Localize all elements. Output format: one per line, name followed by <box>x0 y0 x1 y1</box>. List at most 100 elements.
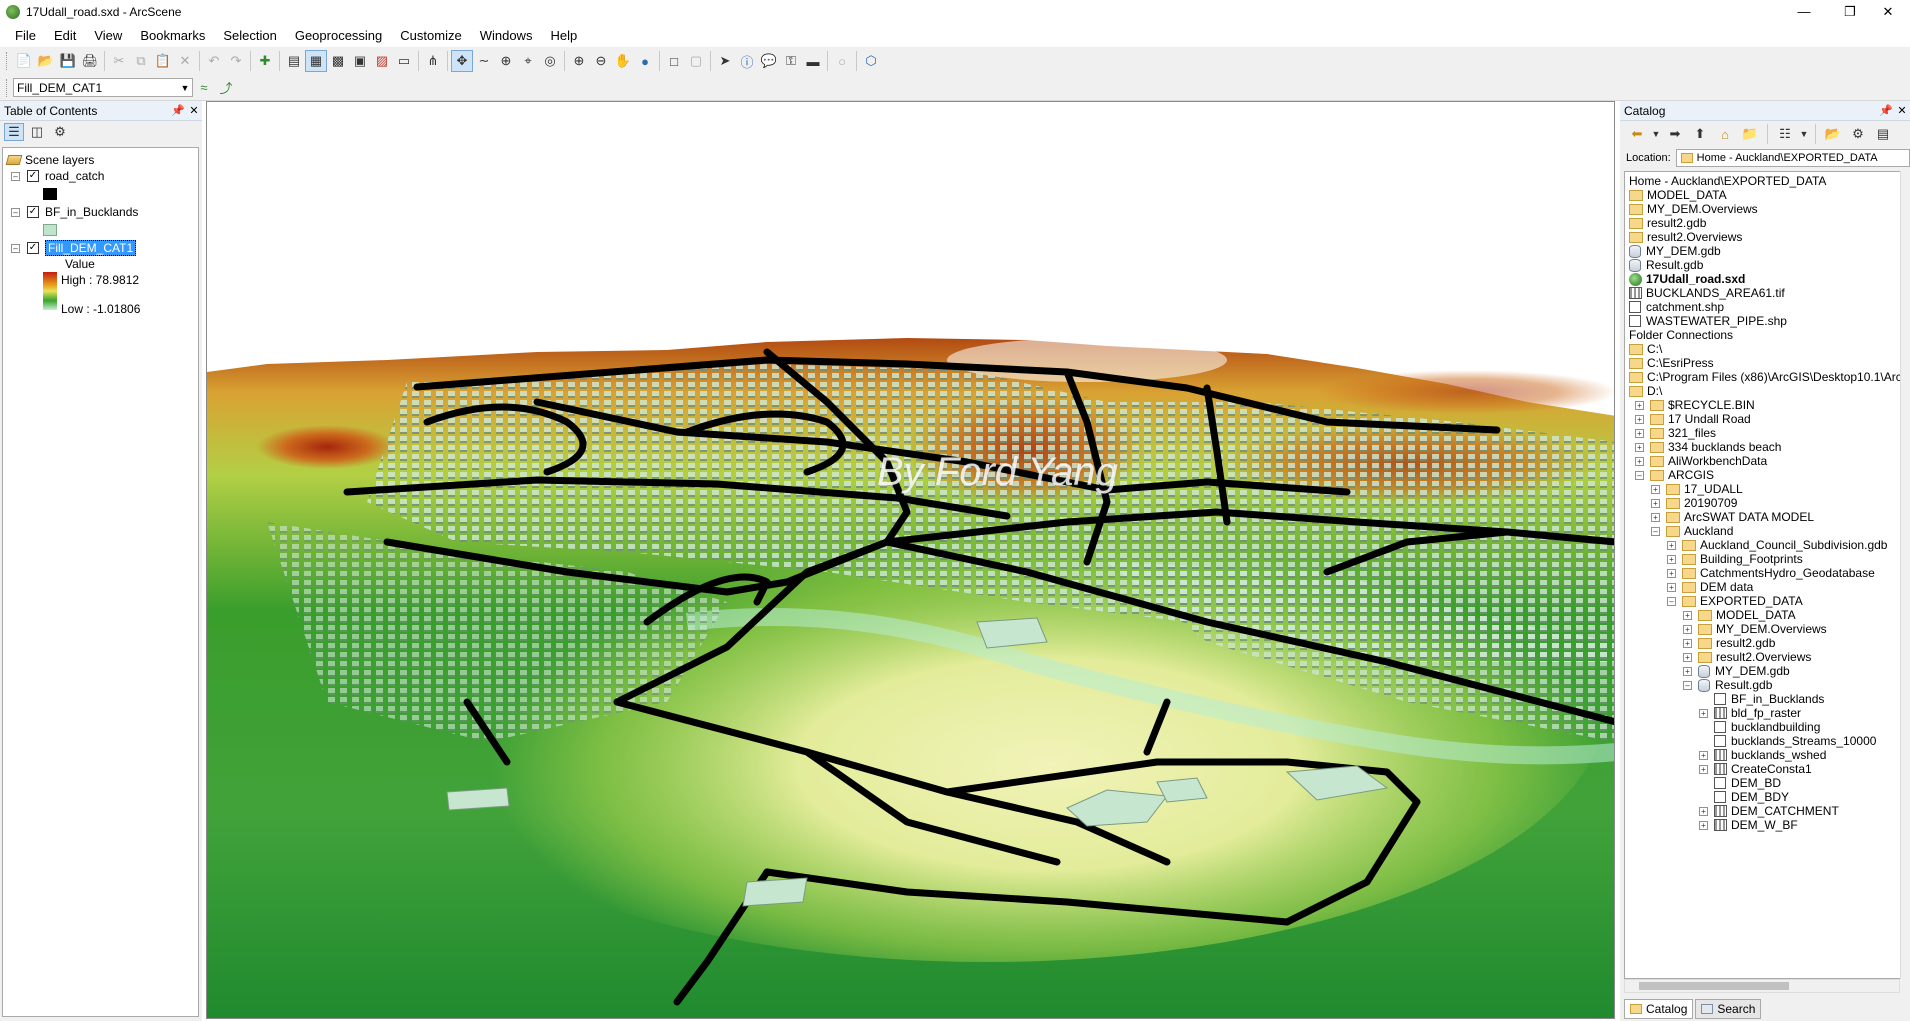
catalog-item[interactable]: result2.Overviews <box>1629 230 1742 244</box>
catalog-item[interactable]: +17 Undall Road <box>1635 412 1751 426</box>
catalog-item[interactable]: result2.gdb <box>1629 216 1706 230</box>
catalog-item[interactable]: DEM_BDY <box>1699 790 1789 804</box>
tab-catalog[interactable]: Catalog <box>1624 999 1694 1019</box>
new-document-icon[interactable]: 📄 <box>13 50 35 72</box>
layer-visibility-checkbox[interactable]: ✓ <box>27 170 39 182</box>
back-icon[interactable]: ⬅ <box>1626 123 1648 145</box>
set-observer-icon[interactable]: ◎ <box>539 50 561 72</box>
add-data-icon[interactable]: ✚ <box>254 50 276 72</box>
expand-icon[interactable]: + <box>1699 764 1708 774</box>
measure-icon[interactable]: ▬ <box>802 50 824 72</box>
minimize-button[interactable]: — <box>1782 0 1826 23</box>
menu-edit[interactable]: Edit <box>45 28 85 43</box>
catalog-item[interactable]: MY_DEM.Overviews <box>1629 202 1758 216</box>
tab-search[interactable]: Search <box>1695 999 1762 1019</box>
options-icon[interactable]: ⚙ <box>50 123 70 141</box>
location-combo[interactable]: Home - Auckland\EXPORTED_DATA <box>1675 149 1910 167</box>
catalog-item[interactable]: + bucklands_wshed <box>1699 748 1826 762</box>
toolbar-grip[interactable] <box>6 52 9 70</box>
catalog-item[interactable]: + MODEL_DATA <box>1683 608 1796 622</box>
expand-icon[interactable]: + <box>1635 400 1644 410</box>
catalog-item[interactable]: + MY_DEM.gdb <box>1683 664 1790 678</box>
menu-file[interactable]: File <box>6 28 45 43</box>
target-center-icon[interactable]: ⊕ <box>495 50 517 72</box>
catalog-item[interactable]: MY_DEM.gdb <box>1629 244 1721 258</box>
catalog-item[interactable]: + DEM data <box>1667 580 1753 594</box>
collapse-icon[interactable]: – <box>11 207 20 217</box>
clear-selection-icon[interactable]: ▢ <box>685 50 707 72</box>
expand-icon[interactable]: + <box>1635 456 1644 466</box>
catalog-item[interactable]: C:\EsriPress <box>1629 356 1714 370</box>
catalog-item[interactable]: 17Udall_road.sxd <box>1629 272 1745 286</box>
command-line-icon[interactable]: ▭ <box>393 50 415 72</box>
options-icon[interactable]: ⚙ <box>1847 123 1869 145</box>
catalog-item[interactable]: – EXPORTED_DATA <box>1667 594 1803 608</box>
catalog-item[interactable]: – Auckland <box>1651 524 1733 538</box>
toc-window-icon[interactable]: ▦ <box>305 50 327 72</box>
collapse-icon[interactable]: – <box>1651 526 1660 536</box>
copy-icon[interactable]: ⧉ <box>130 50 152 72</box>
catalog-window-icon[interactable]: ▩ <box>327 50 349 72</box>
catalog-item[interactable]: BUCKLANDS_AREA61.tif <box>1629 286 1785 300</box>
collapse-icon[interactable]: – <box>1683 680 1692 690</box>
catalog-item[interactable]: BF_in_Bucklands <box>1699 692 1824 706</box>
catalog-item[interactable]: + result2.Overviews <box>1683 650 1811 664</box>
catalog-item[interactable]: + CatchmentsHydro_Geodatabase <box>1667 566 1875 580</box>
collapse-icon[interactable]: – <box>1667 596 1676 606</box>
zoom-out-icon[interactable]: ⊖ <box>590 50 612 72</box>
catalog-item[interactable]: C:\Program Files (x86)\ArcGIS\Desktop10.… <box>1629 370 1909 384</box>
catalog-item[interactable]: + ArcSWAT DATA MODEL <box>1651 510 1814 524</box>
identify-icon[interactable]: ⓘ <box>736 50 758 72</box>
close-icon[interactable]: ✕ <box>1894 104 1910 117</box>
list-by-source-icon[interactable]: ◫ <box>27 123 47 141</box>
catalog-item[interactable]: + $RECYCLE.BIN <box>1635 398 1755 412</box>
catalog-item[interactable]: +20190709 <box>1651 496 1737 510</box>
expand-icon[interactable]: + <box>1667 568 1676 578</box>
scene-layers-root[interactable]: Scene layers <box>5 152 94 168</box>
zoom-to-target-icon[interactable]: ⌖ <box>517 50 539 72</box>
views-icon[interactable]: ☷ <box>1774 123 1796 145</box>
collapse-icon[interactable]: – <box>11 243 20 253</box>
layer-row-road-catch[interactable]: – ✓ road_catch <box>11 168 104 184</box>
menu-selection[interactable]: Selection <box>214 28 285 43</box>
pan-icon[interactable]: ✋ <box>612 50 634 72</box>
catalog-item[interactable]: +17_UDALL <box>1651 482 1743 496</box>
expand-icon[interactable]: + <box>1667 540 1676 550</box>
catalog-item[interactable]: bucklands_Streams_10000 <box>1699 734 1876 748</box>
catalog-item[interactable]: – ARCGIS <box>1635 468 1714 482</box>
catalog-item[interactable]: + CreateConsta1 <box>1699 762 1812 776</box>
scene-terrain-graphic[interactable] <box>207 102 1615 1019</box>
menu-help[interactable]: Help <box>541 28 586 43</box>
navigate-tool-icon[interactable]: ✥ <box>451 50 473 72</box>
expand-icon[interactable]: + <box>1667 554 1676 564</box>
find-icon[interactable]: ⚿ <box>780 50 802 72</box>
catalog-item[interactable]: + AliWorkbenchData <box>1635 454 1767 468</box>
list-by-drawing-order-icon[interactable]: ☰ <box>4 123 24 141</box>
pin-icon[interactable]: 📌 <box>170 104 186 117</box>
save-icon[interactable]: 💾 <box>57 50 79 72</box>
html-popup-icon[interactable]: 💬 <box>758 50 780 72</box>
3d-view-icon[interactable]: ⬡ <box>860 50 882 72</box>
layer-row-fill-dem[interactable]: – ✓ Fill_DEM_CAT1 <box>11 240 137 256</box>
toolbar-grip[interactable] <box>6 78 9 97</box>
expand-icon[interactable]: + <box>1651 498 1660 508</box>
menu-windows[interactable]: Windows <box>471 28 542 43</box>
expand-icon[interactable]: + <box>1699 806 1708 816</box>
catalog-item[interactable]: + DEM_CATCHMENT <box>1699 804 1839 818</box>
catalog-item[interactable]: DEM_BD <box>1699 776 1781 790</box>
metadata-icon[interactable]: ▤ <box>1872 123 1894 145</box>
collapse-icon[interactable]: – <box>1635 470 1644 480</box>
layer-combo[interactable]: Fill_DEM_CAT1 ▼ <box>13 78 193 97</box>
catalog-item[interactable]: Result.gdb <box>1629 258 1703 272</box>
expand-icon[interactable]: + <box>1699 708 1708 718</box>
animation-icon[interactable]: ○ <box>831 50 853 72</box>
catalog-item[interactable]: + Building_Footprints <box>1667 552 1803 566</box>
fly-tool-icon[interactable]: ∼ <box>473 50 495 72</box>
catalog-item[interactable]: catchment.shp <box>1629 300 1724 314</box>
layer-row-bf-in-bucklands[interactable]: – ✓ BF_in_Bucklands <box>11 204 138 220</box>
catalog-item[interactable]: + DEM_W_BF <box>1699 818 1798 832</box>
delete-icon[interactable]: ✕ <box>174 50 196 72</box>
layer-name-selected[interactable]: Fill_DEM_CAT1 <box>45 240 137 256</box>
chevron-down-icon[interactable]: ▼ <box>178 83 192 93</box>
steepest-path-icon[interactable]: ⤴ <box>215 77 237 99</box>
